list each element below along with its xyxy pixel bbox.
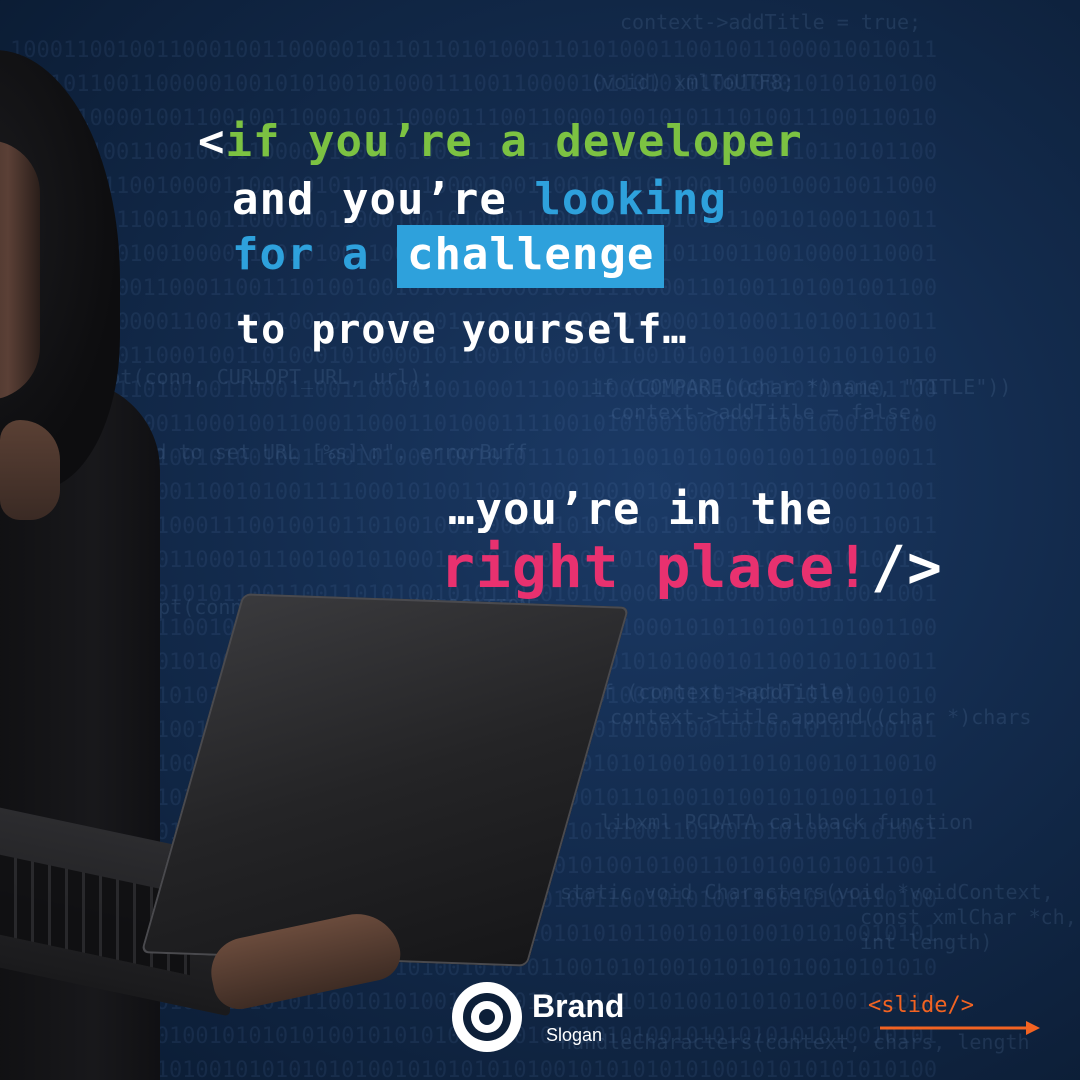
post-canvas: 1000110010011000100110000010110110101000… — [0, 0, 1080, 1080]
brand-block: Brand Slogan — [452, 982, 624, 1052]
headline-line-6: right place!/> — [440, 538, 943, 596]
face — [0, 140, 40, 400]
slide-label[interactable]: <slide/> — [868, 993, 974, 1018]
right-place-text: right place! — [440, 533, 872, 601]
code-snippet-background: const xmlChar *ch, — [860, 905, 1077, 929]
headline-line-3: for a challenge — [232, 225, 665, 288]
code-snippet-background: context->addTitle = false; — [610, 400, 924, 424]
code-snippet-background: if (context->addTitle) — [590, 680, 855, 704]
developer-text: if you’re a developer — [225, 116, 803, 167]
code-snippet-background: libxml PCDATA callback function — [600, 810, 974, 834]
fist-under-chin — [0, 420, 60, 520]
brand-slogan: Slogan — [546, 1025, 603, 1045]
challenge-highlight: challenge — [396, 225, 665, 288]
open-bracket: < — [198, 116, 226, 167]
code-snippet-background: (void) xmlToUTF8; — [590, 70, 795, 94]
code-snippet-background: if (COMPARE((char *)name, "TITLE")) — [590, 375, 1012, 399]
looking-text: looking — [534, 174, 727, 225]
headline-line-4: to prove yourself… — [236, 307, 688, 353]
code-snippet-background: context->title.append((char *)chars — [610, 705, 1032, 729]
and-youre-text: and you’re — [232, 174, 535, 225]
code-snippet-background: static void Characters(void *voidContext… — [560, 880, 1054, 904]
brand-logo-icon — [452, 982, 522, 1052]
brand-name: Brand — [532, 988, 625, 1024]
for-a-text: for a — [232, 229, 397, 280]
code-snippet-background: int length) — [860, 930, 993, 954]
code-snippet-background: context->addTitle = true; — [620, 10, 922, 34]
headline-line-5: …you’re in the — [448, 484, 833, 535]
close-bracket: /> — [871, 533, 943, 601]
arrow-right-icon[interactable] — [880, 1020, 1040, 1036]
headline-line-1: <if you’re a developer — [198, 120, 803, 164]
headline-line-2: and you’re looking — [232, 178, 727, 222]
